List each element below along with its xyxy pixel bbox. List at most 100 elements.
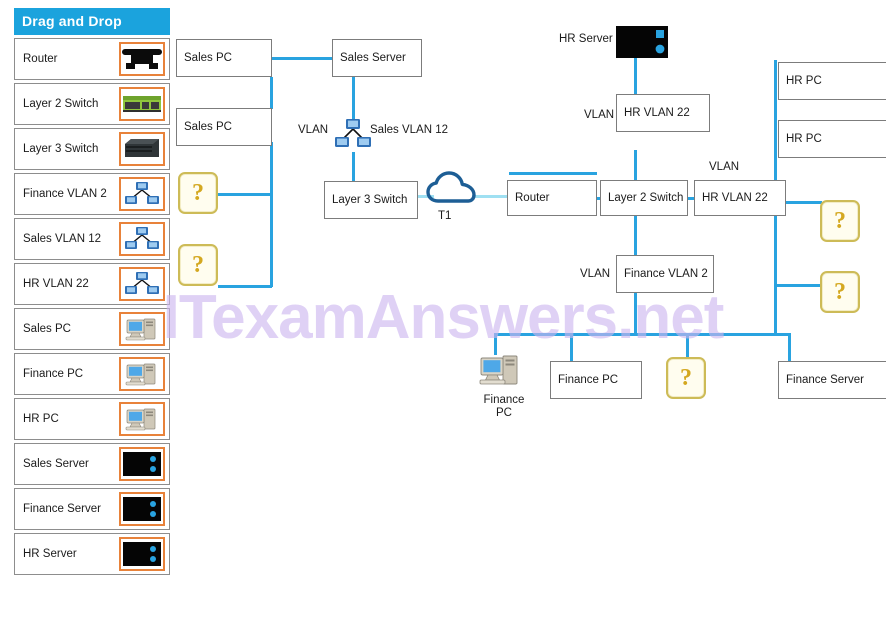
node-hr-pc-1[interactable]: HR PC bbox=[778, 62, 886, 100]
dnd-item-label: HR PC bbox=[23, 412, 59, 425]
dnd-item-hr-server[interactable]: HR Server bbox=[14, 533, 170, 575]
node-label: Finance Server bbox=[786, 374, 864, 386]
vlan-cluster-icon bbox=[119, 267, 165, 301]
node-label: Sales Server bbox=[340, 52, 406, 64]
node-label: Router bbox=[515, 192, 550, 204]
node-label: Finance PC bbox=[558, 374, 619, 386]
node-label: HR VLAN 22 bbox=[702, 192, 768, 204]
vlan-cluster-icon bbox=[332, 116, 374, 157]
dnd-item-layer-2-switch[interactable]: Layer 2 Switch bbox=[14, 83, 170, 125]
vlan-tag-hr-mid: VLAN bbox=[709, 161, 740, 173]
drop-target-text: ? bbox=[834, 279, 846, 305]
server-icon bbox=[119, 537, 165, 571]
desktop-pc-icon bbox=[119, 312, 165, 346]
dnd-item-sales-vlan-12[interactable]: Sales VLAN 12 bbox=[14, 218, 170, 260]
drop-target-left-2[interactable]: ? bbox=[178, 244, 218, 286]
node-hr-vlan-22-top[interactable]: HR VLAN 22 bbox=[616, 94, 710, 132]
node-layer-2-switch[interactable]: Layer 2 Switch bbox=[600, 180, 688, 216]
vlan-tag-sales: VLAN bbox=[298, 124, 329, 136]
desktop-pc-icon bbox=[119, 402, 165, 436]
dnd-item-label: Router bbox=[23, 52, 58, 65]
drop-target-text: ? bbox=[192, 252, 204, 278]
drop-target-right-1[interactable]: ? bbox=[820, 200, 860, 242]
dnd-item-label: Finance PC bbox=[23, 367, 84, 380]
dnd-item-sales-pc[interactable]: Sales PC bbox=[14, 308, 170, 350]
node-hr-vlan-22-mid[interactable]: HR VLAN 22 bbox=[694, 180, 786, 216]
dnd-item-label: HR Server bbox=[23, 547, 77, 560]
link-layer2-financevlan bbox=[634, 215, 637, 255]
link-bottom-bus bbox=[494, 333, 790, 336]
node-sales-pc-1[interactable]: Sales PC bbox=[176, 39, 272, 77]
desktop-pc-icon bbox=[478, 352, 522, 397]
link-bus-financepc-box bbox=[570, 333, 573, 361]
node-label: HR PC bbox=[786, 133, 822, 145]
server-icon bbox=[119, 492, 165, 526]
node-sales-pc-2[interactable]: Sales PC bbox=[176, 108, 272, 146]
dnd-item-label: Sales PC bbox=[23, 322, 71, 335]
link-trunk-left-a bbox=[270, 77, 273, 109]
dnd-item-hr-pc[interactable]: HR PC bbox=[14, 398, 170, 440]
link-hrpc1-column bbox=[774, 60, 777, 108]
node-finance-vlan-2[interactable]: Finance VLAN 2 bbox=[616, 255, 714, 293]
hr-server-label: HR Server bbox=[559, 33, 613, 45]
drop-target-text: ? bbox=[680, 365, 692, 391]
node-router[interactable]: Router bbox=[507, 180, 597, 216]
link-drop-left-1-stub bbox=[218, 193, 272, 196]
panel-title: Drag and Drop bbox=[14, 8, 170, 35]
diagram-canvas: Drag and Drop Router Layer 2 Switch Laye… bbox=[0, 0, 886, 620]
drop-target-right-2[interactable]: ? bbox=[820, 271, 860, 313]
link-drop-left-2-stub bbox=[218, 285, 272, 288]
link-trunk-left-b bbox=[270, 142, 273, 287]
dnd-item-finance-server[interactable]: Finance Server bbox=[14, 488, 170, 530]
dnd-item-label: HR VLAN 22 bbox=[23, 277, 89, 290]
node-finance-pc[interactable]: Finance PC bbox=[550, 361, 642, 399]
desktop-pc-icon bbox=[119, 357, 165, 391]
dnd-item-router[interactable]: Router bbox=[14, 38, 170, 80]
node-label: Finance VLAN 2 bbox=[624, 268, 708, 280]
link-hrvlan-layer2 bbox=[634, 150, 637, 180]
dnd-item-finance-pc[interactable]: Finance PC bbox=[14, 353, 170, 395]
node-hr-pc-2[interactable]: HR PC bbox=[778, 120, 886, 158]
node-finance-server[interactable]: Finance Server bbox=[778, 361, 886, 399]
dnd-item-label: Finance Server bbox=[23, 502, 101, 515]
node-label: HR PC bbox=[786, 75, 822, 87]
dnd-item-hr-vlan-22[interactable]: HR VLAN 22 bbox=[14, 263, 170, 305]
vlan-cluster-icon bbox=[119, 222, 165, 256]
dnd-item-sales-server[interactable]: Sales Server bbox=[14, 443, 170, 485]
dnd-item-label: Layer 2 Switch bbox=[23, 97, 99, 110]
link-bus-drop-bottom bbox=[686, 333, 689, 357]
drag-and-drop-panel: Drag and Drop Router Layer 2 Switch Laye… bbox=[14, 8, 170, 575]
drop-target-bottom-1[interactable]: ? bbox=[666, 357, 706, 399]
drop-target-text: ? bbox=[192, 180, 204, 206]
dnd-item-layer-3-switch[interactable]: Layer 3 Switch bbox=[14, 128, 170, 170]
link-salesserver-vlan bbox=[352, 77, 355, 119]
link-hrpc2-column bbox=[774, 104, 777, 164]
dnd-item-label: Finance VLAN 2 bbox=[23, 187, 107, 200]
node-label: Layer 2 Switch bbox=[608, 192, 684, 204]
link-right-trunk-to-bus bbox=[774, 284, 777, 334]
link-bus-financeserver bbox=[788, 333, 791, 361]
layer2-switch-icon bbox=[119, 87, 165, 121]
node-label: Sales PC bbox=[184, 121, 232, 133]
link-router-top-rail bbox=[509, 172, 597, 175]
sales-vlan-12-label: Sales VLAN 12 bbox=[370, 124, 448, 136]
link-financevlan-bus bbox=[634, 290, 637, 334]
dnd-item-label: Sales Server bbox=[23, 457, 89, 470]
link-drop-right-2-stub bbox=[774, 284, 822, 287]
layer3-switch-icon bbox=[119, 132, 165, 166]
finance-pc-label: Finance PC bbox=[483, 394, 525, 420]
node-label: HR VLAN 22 bbox=[624, 107, 690, 119]
router-icon bbox=[119, 42, 165, 76]
node-layer-3-switch[interactable]: Layer 3 Switch bbox=[324, 181, 418, 219]
dnd-item-label: Sales VLAN 12 bbox=[23, 232, 101, 245]
server-icon bbox=[119, 447, 165, 481]
node-label: Layer 3 Switch bbox=[332, 194, 408, 206]
vlan-cluster-icon bbox=[119, 177, 165, 211]
cloud-icon bbox=[424, 168, 480, 213]
drop-target-text: ? bbox=[834, 208, 846, 234]
link-salespc1-salesserver bbox=[270, 57, 332, 60]
dnd-item-finance-vlan-2[interactable]: Finance VLAN 2 bbox=[14, 173, 170, 215]
drop-target-left-1[interactable]: ? bbox=[178, 172, 218, 214]
vlan-tag-finance: VLAN bbox=[580, 268, 611, 280]
node-sales-server[interactable]: Sales Server bbox=[332, 39, 422, 77]
